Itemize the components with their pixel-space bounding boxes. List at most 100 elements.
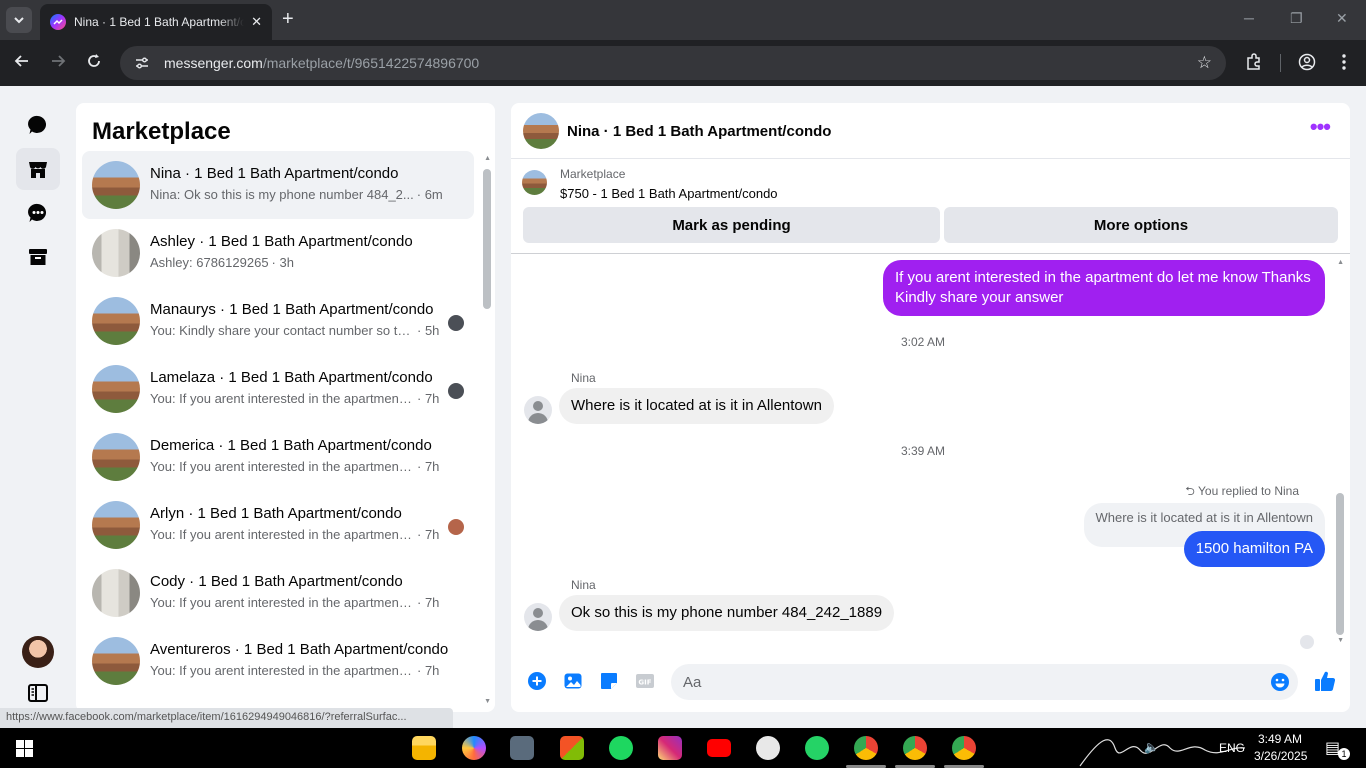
minimize-icon[interactable]: ─ [1244, 10, 1254, 26]
incoming-message[interactable]: Ok so this is my phone number 484_242_18… [559, 595, 895, 631]
outgoing-reply-message[interactable]: 1500 hamilton PA [1183, 531, 1325, 567]
chat-header: Nina · 1 Bed 1 Bath Apartment/condo ••• [511, 103, 1350, 159]
incoming-message[interactable]: Where is it located at is it in Allentow… [559, 388, 834, 424]
listing-thumbnail[interactable] [522, 170, 547, 195]
list-scrollbar-thumb[interactable] [483, 169, 491, 309]
notification-badge: 1 [1338, 748, 1350, 760]
preview-text: Nina: Ok so this is my phone number 484_… [150, 187, 414, 202]
plus-circle-icon[interactable] [527, 671, 547, 691]
chrome-profile-icon[interactable] [903, 736, 927, 760]
chat-scrollbar-thumb[interactable] [1336, 493, 1344, 635]
sender-name: Nina [571, 578, 596, 592]
clock-date[interactable]: 3/26/2025 [1254, 749, 1307, 763]
preview-text: You: If you arent interested in the apar… [150, 391, 414, 406]
clock-time[interactable]: 3:49 AM [1258, 732, 1302, 746]
preview-text: You: If you arent interested in the apar… [150, 459, 414, 474]
conversation-item[interactable]: Lamelaza · 1 Bed 1 Bath Apartment/condo Y… [82, 355, 474, 423]
preview-text: Ashley: 6786129265 [150, 255, 269, 270]
close-tab-icon[interactable]: ✕ [251, 14, 262, 30]
chat-scroll-up-arrow[interactable]: ▲ [1337, 259, 1344, 266]
tab-title: Nina · 1 Bed 1 Bath Apartment/condo [74, 15, 244, 29]
outgoing-message[interactable]: If you arent interested in the apartment… [883, 260, 1325, 316]
conversation-preview: You: If you arent interested in the apar… [150, 663, 439, 678]
preview-text: You: If you arent interested in the apar… [150, 595, 414, 610]
whatsapp-icon[interactable] [805, 736, 829, 760]
sticker-icon[interactable] [599, 671, 619, 691]
conversation-item[interactable]: Arlyn · 1 Bed 1 Bath Apartment/condo You:… [82, 491, 474, 559]
more-options-button[interactable]: More options [944, 207, 1338, 243]
youtube-icon[interactable] [707, 739, 731, 757]
thumbs-up-icon[interactable] [1313, 669, 1337, 693]
chrome-icon[interactable] [854, 736, 878, 760]
scroll-up-arrow[interactable]: ▲ [484, 155, 491, 162]
photo-icon[interactable] [563, 671, 583, 691]
address-bar[interactable]: messenger.com/marketplace/t/965142257489… [120, 46, 1226, 80]
window-close-icon[interactable]: ✕ [1336, 10, 1348, 27]
listing-price[interactable]: $750 - 1 Bed 1 Bath Apartment/condo [560, 186, 778, 201]
messenger-favicon-icon [50, 14, 66, 30]
back-arrow-icon[interactable] [14, 53, 30, 69]
mark-as-pending-button[interactable]: Mark as pending [523, 207, 940, 243]
sender-avatar[interactable] [524, 603, 552, 631]
file-explorer-icon[interactable] [412, 736, 436, 760]
my-profile-avatar[interactable] [22, 636, 54, 668]
browser-tabstrip: Nina · 1 Bed 1 Bath Apartment/condo ✕ + … [0, 0, 1366, 40]
bookmark-star-icon[interactable]: ☆ [1197, 53, 1212, 73]
preview-text: You: If you arent interested in the apar… [150, 663, 414, 678]
conversation-item[interactable]: Nina · 1 Bed 1 Bath Apartment/condo Nina:… [82, 151, 474, 219]
kebab-menu-icon[interactable] [1337, 53, 1351, 71]
preview-text: You: If you arent interested in the apar… [150, 527, 414, 542]
conversation-name: Nina · 1 Bed 1 Bath Apartment/condo [150, 165, 399, 182]
spotify-icon[interactable] [609, 736, 633, 760]
preview-time: · 7h [417, 663, 440, 678]
forward-arrow-icon[interactable] [50, 53, 66, 69]
more-actions-icon[interactable]: ••• [1310, 116, 1331, 138]
reload-icon[interactable] [86, 53, 102, 69]
conversation-item[interactable]: Demerica · 1 Bed 1 Bath Apartment/condo Y… [82, 423, 474, 491]
conversation-name: Arlyn · 1 Bed 1 Bath Apartment/condo [150, 505, 402, 522]
conversation-avatar[interactable] [523, 113, 559, 149]
conversation-item[interactable]: Cody · 1 Bed 1 Bath Apartment/condo You: … [82, 559, 474, 627]
photoshop-icon[interactable] [510, 736, 534, 760]
maximize-icon[interactable]: ❐ [1290, 10, 1303, 27]
conversation-preview: Nina: Ok so this is my phone number 484_… [150, 187, 443, 202]
browser-tab-active[interactable]: Nina · 1 Bed 1 Bath Apartment/condo ✕ [40, 4, 272, 40]
paint-icon[interactable] [756, 736, 780, 760]
archive-nav-icon[interactable] [16, 236, 60, 278]
conversation-list-panel: Marketplace Nina · 1 Bed 1 Bath Apartmen… [76, 103, 495, 712]
message-requests-nav-icon[interactable] [16, 192, 60, 234]
chat-title[interactable]: Nina · 1 Bed 1 Bath Apartment/condo [567, 123, 831, 140]
chrome-profile-icon[interactable] [952, 736, 976, 760]
chat-scroll-down-arrow[interactable]: ▼ [1337, 637, 1344, 644]
microsoft-store-icon[interactable] [560, 736, 584, 760]
conversation-name: Demerica · 1 Bed 1 Bath Apartment/condo [150, 437, 432, 454]
scroll-down-arrow[interactable]: ▼ [484, 698, 491, 705]
read-receipt-avatar [1300, 635, 1314, 649]
conversation-item[interactable]: Aventureros · 1 Bed 1 Bath Apartment/con… [82, 627, 474, 695]
windows-start-icon[interactable] [16, 740, 33, 757]
chats-nav-icon[interactable] [16, 104, 60, 146]
extensions-puzzle-icon[interactable] [1245, 53, 1263, 71]
new-tab-button[interactable]: + [282, 9, 294, 29]
seen-by-avatar [448, 383, 464, 399]
gif-icon[interactable]: GIF [635, 671, 655, 691]
sender-avatar[interactable] [524, 396, 552, 424]
conversation-name: Ashley · 1 Bed 1 Bath Apartment/condo [150, 233, 413, 250]
listing-thumbnail [92, 501, 140, 549]
toolbar-divider [1280, 54, 1281, 72]
tab-search-button[interactable] [6, 7, 32, 33]
chevron-down-icon [14, 17, 24, 24]
copilot-icon[interactable] [462, 736, 486, 760]
language-indicator[interactable]: ENG [1219, 741, 1245, 755]
site-settings-icon[interactable] [134, 55, 150, 71]
emoji-icon[interactable] [1270, 672, 1290, 692]
conversation-item[interactable]: Ashley · 1 Bed 1 Bath Apartment/condo Ash… [82, 219, 474, 287]
volume-icon[interactable]: 🔈 [1144, 740, 1159, 754]
marketplace-nav-icon[interactable] [16, 148, 60, 190]
conversation-item[interactable]: Manaurys · 1 Bed 1 Bath Apartment/condo Y… [82, 287, 474, 355]
listing-thumbnail [92, 229, 140, 277]
message-input[interactable] [671, 664, 1298, 700]
link-status-bar: https://www.facebook.com/marketplace/ite… [0, 708, 453, 728]
instagram-icon[interactable] [658, 736, 682, 760]
profile-icon[interactable] [1298, 53, 1316, 71]
